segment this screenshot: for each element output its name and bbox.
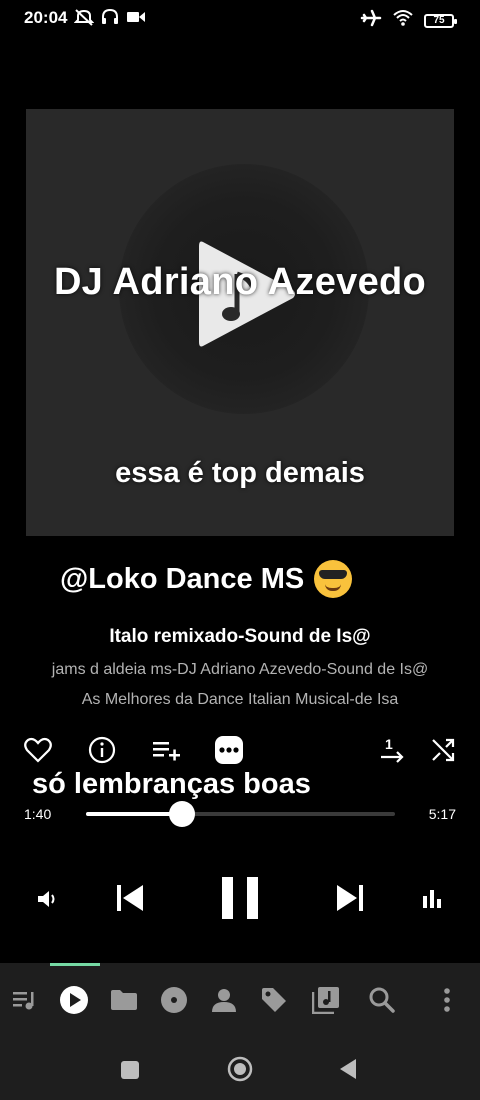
svg-text:1: 1: [385, 736, 393, 752]
home-icon[interactable]: [227, 1056, 253, 1087]
recents-icon[interactable]: [120, 1060, 140, 1085]
overflow-menu-icon[interactable]: [432, 985, 462, 1015]
library-icon[interactable]: [311, 985, 341, 1015]
heart-icon[interactable]: [22, 734, 54, 766]
artwork-title: DJ Adriano Azevedo: [53, 261, 427, 303]
repeat-one-icon[interactable]: 1: [376, 734, 408, 766]
folder-icon[interactable]: [109, 985, 139, 1015]
pause-icon[interactable]: [220, 876, 260, 920]
seek-bar-progress: [86, 812, 182, 816]
shuffle-icon[interactable]: [427, 734, 459, 766]
artwork-caption: essa é top demais: [115, 457, 365, 489]
overlay-handle-text: @Loko Dance MS: [60, 562, 305, 595]
add-to-playlist-icon[interactable]: [150, 734, 182, 766]
search-icon[interactable]: [367, 985, 397, 1015]
more-icon[interactable]: [213, 734, 245, 766]
battery-level: 75: [433, 15, 445, 26]
sunglasses-emoji-icon: [314, 560, 353, 598]
artist-icon[interactable]: [209, 985, 239, 1015]
active-tab-indicator: [50, 963, 100, 966]
bottom-navigation: [0, 963, 480, 1038]
total-time: 5:17: [428, 806, 456, 822]
mute-icon: [73, 8, 95, 31]
wifi-icon: [392, 9, 414, 32]
album-artwork: DJ Adriano Azevedo essa é top demais: [26, 109, 454, 536]
next-icon[interactable]: [334, 882, 366, 914]
airplane-icon: [360, 8, 382, 33]
song-album: As Melhores da Dance Italian Musical-de …: [81, 691, 399, 708]
song-title: Italo remixado-Sound de Is@: [109, 626, 371, 647]
volume-icon[interactable]: [36, 888, 60, 910]
overlay-text-memories: só lembranças boas: [32, 768, 311, 800]
album-icon[interactable]: [159, 985, 189, 1015]
status-time: 20:04: [24, 8, 68, 27]
song-artist: jams d aldeia ms-DJ Adriano Azevedo-Soun…: [51, 661, 429, 678]
info-icon[interactable]: [86, 734, 118, 766]
seek-bar-thumb[interactable]: [168, 801, 195, 827]
video-icon: [126, 9, 146, 30]
back-icon[interactable]: [338, 1058, 358, 1085]
status-bar: 20:04 75: [0, 0, 480, 36]
system-navigation-bar: [0, 1038, 480, 1100]
battery-icon: 75: [424, 13, 457, 28]
overlay-text-handle: @Loko Dance MS: [60, 560, 353, 598]
current-time: 1:40: [24, 806, 52, 822]
previous-icon[interactable]: [114, 882, 146, 914]
action-row: 1: [0, 734, 480, 768]
now-playing-icon[interactable]: [59, 985, 89, 1015]
playback-controls: [0, 870, 480, 930]
equalizer-icon[interactable]: [421, 888, 443, 908]
seek-bar[interactable]: [86, 801, 395, 827]
headphones-icon: [100, 8, 120, 31]
queue-icon[interactable]: [10, 985, 40, 1015]
tag-icon[interactable]: [259, 985, 289, 1015]
